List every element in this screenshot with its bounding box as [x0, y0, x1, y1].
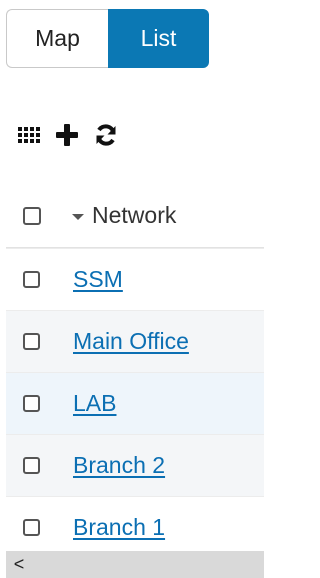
scroll-left-icon[interactable]: < — [6, 551, 32, 578]
sort-caret-icon — [72, 214, 84, 220]
network-link[interactable]: SSM — [73, 266, 123, 293]
table-row: Branch 1 — [6, 496, 264, 558]
network-link[interactable]: Branch 1 — [73, 514, 165, 541]
table-row: Branch 2 — [6, 434, 264, 496]
network-column-header[interactable]: Network — [72, 202, 176, 229]
horizontal-scrollbar[interactable]: < — [6, 551, 264, 578]
row-checkbox[interactable] — [23, 271, 40, 288]
table-header: Network — [6, 184, 264, 248]
toolbar — [18, 118, 118, 152]
table-row: SSM — [6, 248, 264, 310]
row-checkbox[interactable] — [23, 519, 40, 536]
network-column-label: Network — [92, 202, 177, 228]
column-chooser-button[interactable] — [18, 127, 40, 143]
refresh-icon — [96, 124, 116, 146]
row-checkbox[interactable] — [23, 457, 40, 474]
network-link[interactable]: Branch 2 — [73, 452, 165, 479]
row-checkbox[interactable] — [23, 395, 40, 412]
plus-icon — [56, 124, 78, 146]
view-toggle: Map List — [6, 9, 209, 68]
network-link[interactable]: LAB — [73, 390, 116, 417]
grid-icon — [18, 127, 40, 143]
map-view-button[interactable]: Map — [6, 9, 108, 68]
table-row: Main Office — [6, 310, 264, 372]
add-button[interactable] — [56, 124, 78, 146]
refresh-button[interactable] — [94, 123, 118, 147]
network-table: Network SSM Main Office LAB Branch 2 Bra… — [6, 184, 264, 558]
network-link[interactable]: Main Office — [73, 328, 189, 355]
list-view-button[interactable]: List — [108, 9, 209, 68]
select-all-checkbox[interactable] — [23, 206, 41, 225]
table-row: LAB — [6, 372, 264, 434]
row-checkbox[interactable] — [23, 333, 40, 350]
